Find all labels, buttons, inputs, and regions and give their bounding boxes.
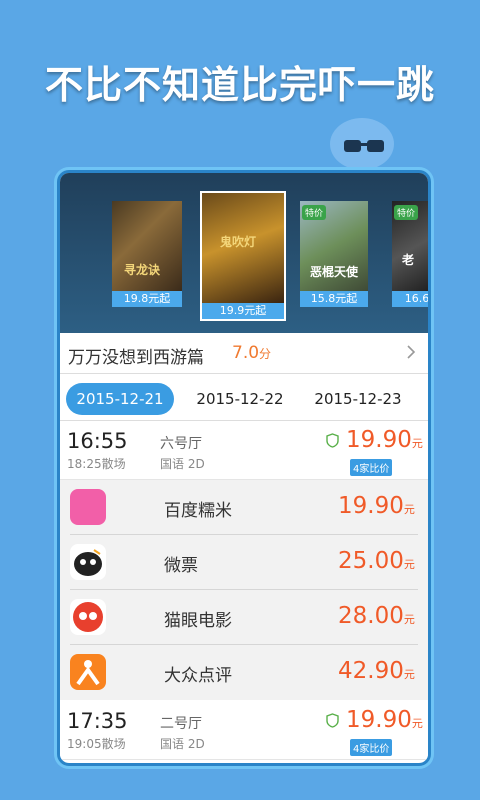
show-end-time: 19:05散场 — [67, 737, 126, 751]
vendor-name: 大众点评 — [164, 666, 232, 686]
compare-badge: 4家比价 — [350, 739, 393, 756]
show-language: 国语 2D — [160, 457, 205, 471]
poster-item[interactable]: 寻龙诀 19.8元起 — [112, 201, 182, 307]
showtime-row[interactable]: 16:55 18:25散场 六号厅 国语 2D 19.90元 4家比价 — [60, 421, 428, 480]
show-time: 17:35 — [67, 709, 128, 733]
shield-icon — [326, 433, 339, 448]
poster-price: 19.9元起 — [202, 303, 284, 319]
glasses-icon — [344, 140, 384, 152]
vendor-name: 百度糯米 — [164, 501, 232, 521]
poster-title: 鬼吹灯 — [220, 235, 257, 249]
vendor-price: 42.90元 — [338, 658, 415, 684]
poster-title: 老 — [402, 253, 415, 267]
poster-item-selected[interactable]: 鬼吹灯 19.9元起 — [200, 191, 286, 321]
poster-title: 恶棍天使 — [310, 265, 359, 279]
dianping-icon — [70, 654, 106, 690]
chevron-right-icon — [407, 345, 416, 359]
show-price: 19.90元 — [346, 427, 423, 453]
compare-badge: 4家比价 — [350, 459, 393, 476]
vendor-row[interactable]: 猫眼电影 28.00元 — [60, 590, 428, 645]
poster-price: 19.8元起 — [112, 291, 182, 307]
show-end-time: 18:25散场 — [67, 457, 126, 471]
vendor-row[interactable]: 微票 25.00元 — [60, 535, 428, 590]
date-tab[interactable]: 2015-12-21 — [66, 383, 174, 415]
show-hall: 六号厅 — [160, 436, 202, 452]
vendor-name: 微票 — [164, 556, 198, 576]
showtime-row[interactable]: 17:35 19:05散场 二号厅 国语 2D 19.90元 4家比价 — [60, 701, 428, 760]
vendor-name: 猫眼电影 — [164, 611, 232, 631]
show-time: 16:55 — [67, 429, 128, 453]
vendor-row[interactable]: 百度糯米 19.90元 — [60, 480, 428, 535]
app-screen: 寻龙诀 19.8元起 鬼吹灯 19.9元起 特价 恶棍天使 15.8元起 特价 … — [57, 170, 431, 766]
headline: 不比不知道比完吓一跳 — [44, 63, 435, 107]
vendor-price: 19.90元 — [338, 493, 415, 519]
movie-detail-row[interactable]: 万万没想到西游篇 7.0分 — [60, 333, 428, 374]
weipiao-icon — [70, 544, 106, 580]
date-tab[interactable]: 2015-12-23 — [304, 383, 412, 415]
poster-title: 寻龙诀 — [124, 263, 161, 277]
nuomi-icon — [70, 489, 106, 525]
poster-badge: 特价 — [302, 205, 327, 220]
date-tabs: 2015-12-21 2015-12-22 2015-12-23 — [60, 374, 428, 421]
show-language: 国语 2D — [160, 737, 205, 751]
movie-title: 万万没想到西游篇 — [68, 348, 204, 368]
poster-item[interactable]: 特价 老 16.6 — [392, 201, 428, 307]
poster-price: 15.8元起 — [300, 291, 368, 307]
poster-item[interactable]: 特价 恶棍天使 15.8元起 — [300, 201, 368, 307]
vendor-row[interactable]: 大众点评 42.90元 — [60, 645, 428, 700]
movie-score: 7.0分 — [232, 343, 272, 363]
show-hall: 二号厅 — [160, 716, 202, 732]
poster-carousel[interactable]: 寻龙诀 19.8元起 鬼吹灯 19.9元起 特价 恶棍天使 15.8元起 特价 … — [60, 173, 428, 333]
poster-badge: 特价 — [394, 205, 419, 220]
shield-icon — [326, 713, 339, 728]
date-tab[interactable]: 2015-12-22 — [186, 383, 294, 415]
vendor-price: 28.00元 — [338, 603, 415, 629]
maoyan-icon — [70, 599, 106, 635]
poster-price: 16.6 — [392, 291, 428, 307]
vendor-price: 25.00元 — [338, 548, 415, 574]
show-price: 19.90元 — [346, 707, 423, 733]
